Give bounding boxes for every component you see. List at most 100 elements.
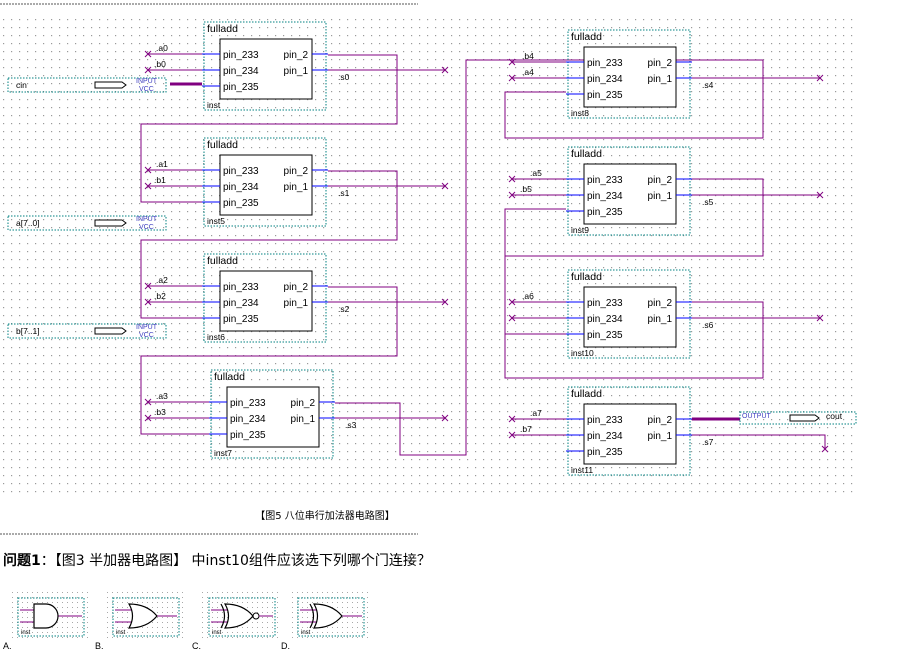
net-label: .s2	[338, 304, 350, 314]
pin-label-235: pin_235	[223, 198, 259, 209]
input-arrow-icon	[94, 81, 127, 89]
port-name: b[7..1]	[16, 326, 40, 336]
net-label: .b7	[520, 424, 532, 434]
port-vcc: VCC	[139, 332, 154, 339]
option-c-label[interactable]: C.	[192, 641, 201, 651]
pin-label-2: pin_2	[648, 298, 673, 309]
net-label: .a0	[156, 43, 168, 53]
pin-label-233: pin_233	[587, 415, 623, 426]
option-a-thumbnail[interactable]: inst	[10, 588, 88, 638]
option-c-thumbnail[interactable]: inst	[201, 588, 279, 638]
pin-label-233: pin_233	[587, 58, 623, 69]
net-label: .s0	[338, 72, 350, 82]
block-title: fulladd	[207, 139, 238, 151]
pin-label-1: pin_1	[648, 314, 673, 325]
port-type: INPUT	[136, 324, 158, 331]
net-label: .s7	[702, 437, 714, 447]
option-b-label[interactable]: B.	[95, 641, 104, 651]
pin-label-1: pin_1	[284, 66, 309, 77]
instance-name: inst9	[571, 225, 589, 235]
pin-label-234: pin_234	[223, 66, 259, 77]
option-d-label[interactable]: D.	[281, 641, 290, 651]
pin-label-2: pin_2	[284, 166, 309, 177]
pin-label-1: pin_1	[284, 298, 309, 309]
net-label: .a4	[522, 67, 534, 77]
pin-label-1: pin_1	[648, 191, 673, 202]
port-vcc: VCC	[139, 86, 154, 93]
thumb-inst: inst	[212, 630, 222, 636]
pin-label-235: pin_235	[587, 330, 623, 341]
and-gate-icon	[33, 603, 59, 629]
output-arrow-icon	[789, 414, 820, 422]
instance-name: inst10	[571, 348, 594, 358]
pin-label-2: pin_2	[284, 50, 309, 61]
port-name: a[7..0]	[16, 218, 40, 228]
pin-label-234: pin_234	[230, 414, 266, 425]
pin-label-1: pin_1	[284, 182, 309, 193]
pin-label-234: pin_234	[587, 74, 623, 85]
instance-name: inst6	[207, 332, 225, 342]
net-label: .a5	[530, 168, 542, 178]
instance-name: inst11	[571, 465, 593, 475]
net-label: .s3	[345, 420, 357, 430]
option-a-label[interactable]: A.	[3, 641, 12, 651]
pin-label-233: pin_233	[223, 50, 259, 61]
option-d-thumbnail[interactable]: inst	[290, 588, 368, 638]
question-body: 【图3 半加器电路图】 中inst10组件应该选下列哪个门连接？	[54, 553, 431, 569]
block-title: fulladd	[571, 388, 602, 400]
pin-label-234: pin_234	[587, 314, 623, 325]
option-b-thumbnail[interactable]: inst	[105, 588, 183, 638]
pin-label-235: pin_235	[230, 430, 266, 441]
pin-label-2: pin_2	[648, 415, 673, 426]
pin-label-234: pin_234	[223, 182, 259, 193]
net-label: .b1	[154, 175, 166, 185]
block-title: fulladd	[214, 371, 245, 383]
net-label: .s6	[702, 320, 714, 330]
pin-label-235: pin_235	[223, 314, 259, 325]
input-arrow-icon	[94, 219, 127, 227]
pin-label-2: pin_2	[648, 175, 673, 186]
instance-name: inst5	[207, 216, 225, 226]
net-label: .a7	[530, 408, 542, 418]
net-label: .b5	[520, 184, 532, 194]
instance-name: inst8	[571, 108, 589, 118]
block-title: fulladd	[571, 31, 602, 43]
net-label: .b0	[154, 59, 166, 69]
block-title: fulladd	[571, 148, 602, 160]
pin-label-1: pin_1	[648, 431, 673, 442]
instance-name: inst	[207, 100, 221, 110]
pin-label-2: pin_2	[648, 58, 673, 69]
thumb-inst: inst	[21, 630, 31, 636]
net-label: .a2	[156, 275, 168, 285]
input-arrow-icon	[94, 327, 127, 335]
port-name: cin	[16, 80, 27, 90]
pin-label-235: pin_235	[223, 82, 259, 93]
net-label: .a6	[522, 291, 534, 301]
net-label: .s1	[338, 188, 350, 198]
net-label: .s5	[702, 197, 714, 207]
pin-label-1: pin_1	[648, 74, 673, 85]
question-text: 问题1：【图3 半加器电路图】 中inst10组件应该选下列哪个门连接？	[3, 550, 431, 570]
inversion-bubble	[252, 612, 260, 620]
port-type: INPUT	[136, 216, 158, 223]
pin-label-234: pin_234	[587, 431, 623, 442]
pin-label-233: pin_233	[587, 298, 623, 309]
instance-name: inst7	[214, 448, 232, 458]
thumb-inst: inst	[301, 630, 311, 636]
block-title: fulladd	[571, 271, 602, 283]
pin-label-233: pin_233	[223, 166, 259, 177]
port-type: OUTPUT	[742, 413, 772, 420]
pin-label-233: pin_233	[223, 282, 259, 293]
pin-label-233: pin_233	[230, 398, 266, 409]
thumb-inst: inst	[116, 630, 126, 636]
question-sep: ：	[40, 553, 55, 569]
net-label: .a3	[156, 391, 168, 401]
answer-options: inst inst inst inst	[10, 588, 368, 638]
pin-label-235: pin_235	[587, 90, 623, 101]
pin-label-2: pin_2	[284, 282, 309, 293]
pin-label-233: pin_233	[587, 175, 623, 186]
block-title: fulladd	[207, 23, 238, 35]
net-label: .s4	[702, 80, 714, 90]
port-name: cout	[826, 411, 843, 421]
net-label: .a1	[156, 159, 168, 169]
